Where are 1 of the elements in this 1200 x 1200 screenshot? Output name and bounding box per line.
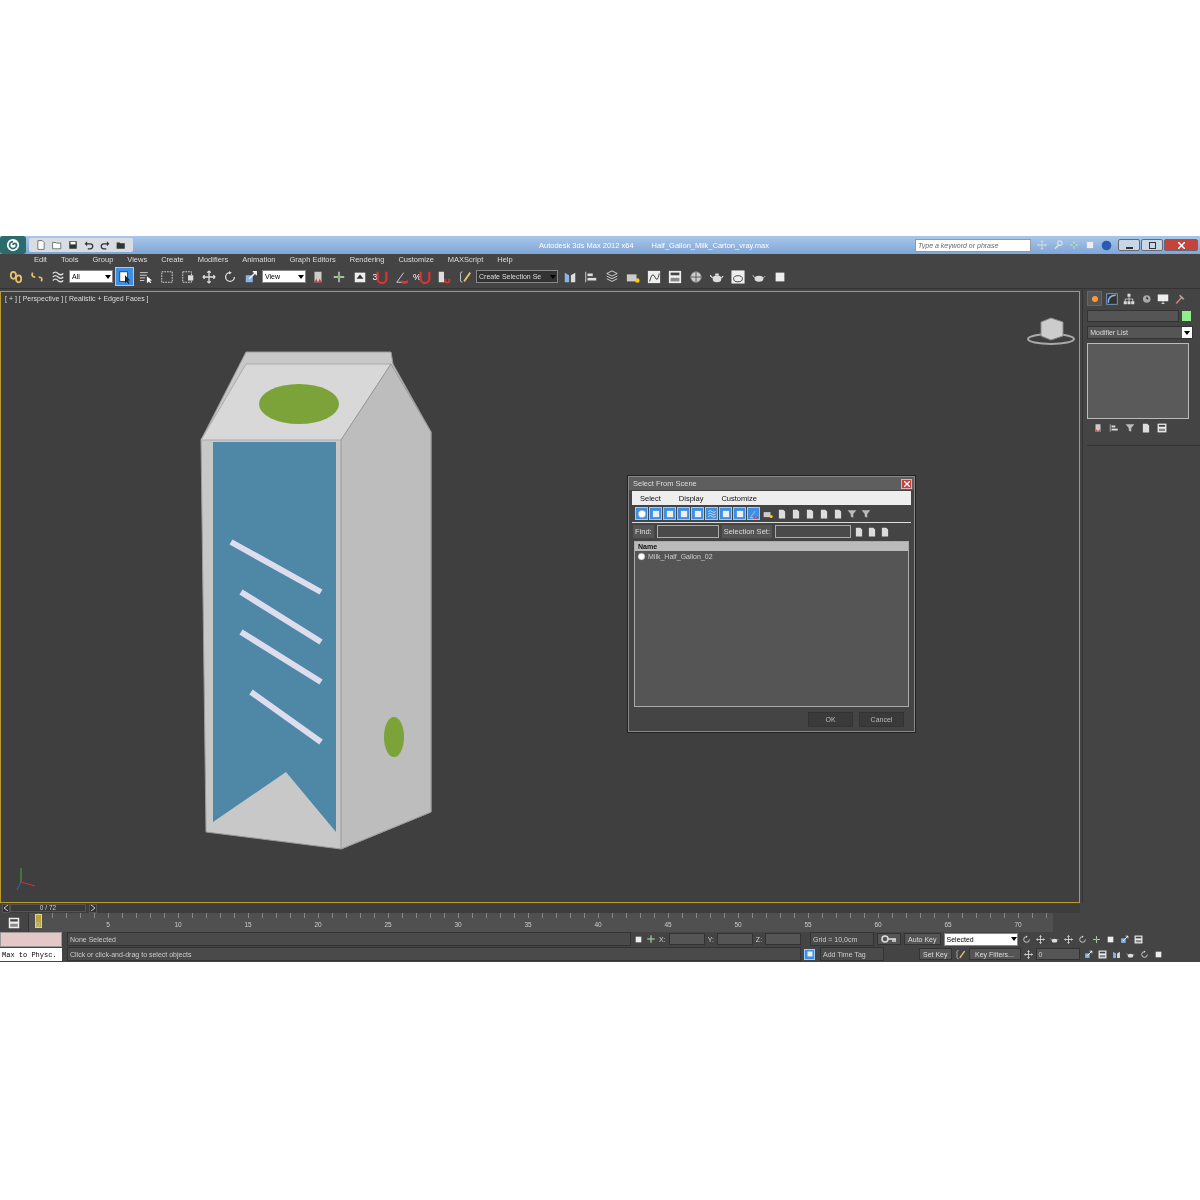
toolbar-button[interactable]: 3	[371, 267, 390, 286]
